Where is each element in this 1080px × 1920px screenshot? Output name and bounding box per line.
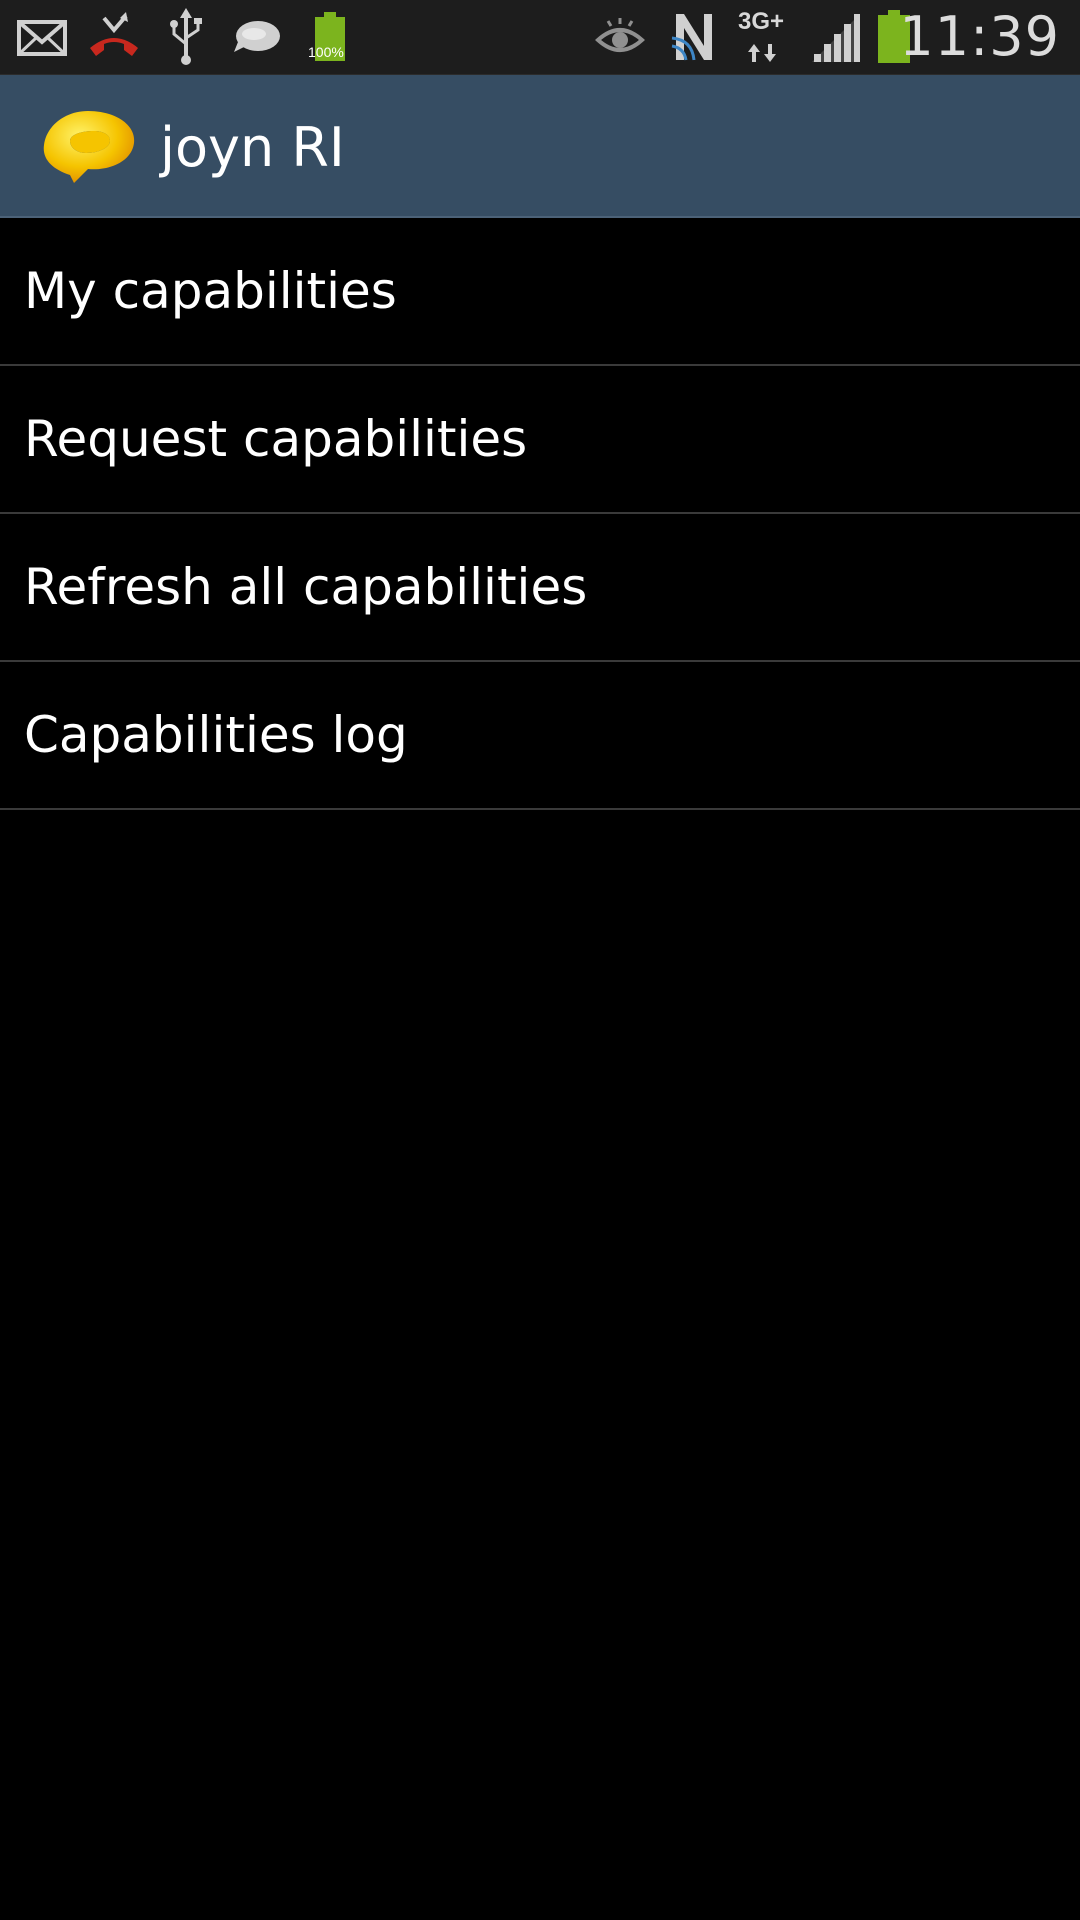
chat-bubble-icon	[234, 21, 280, 52]
signal-strength-icon	[812, 14, 860, 62]
usb-icon	[170, 8, 202, 65]
status-time: 11:39	[899, 5, 1060, 68]
menu-item-capabilities-log[interactable]: Capabilities log	[0, 662, 1080, 810]
menu-item-label: Request capabilities	[24, 410, 528, 468]
nfc-icon	[671, 14, 712, 61]
menu-item-refresh-all-capabilities[interactable]: Refresh all capabilities	[0, 514, 1080, 662]
battery-full-icon	[315, 12, 345, 61]
menu-item-label: Capabilities log	[24, 706, 408, 764]
menu-item-request-capabilities[interactable]: Request capabilities	[0, 366, 1080, 514]
action-bar: joyn RI	[0, 75, 1080, 218]
menu-item-label: Refresh all capabilities	[24, 558, 588, 616]
menu-list: My capabilities Request capabilities Ref…	[0, 218, 1080, 810]
menu-item-label: My capabilities	[24, 262, 397, 320]
mail-icon	[17, 20, 67, 56]
missed-call-icon	[90, 12, 138, 56]
network-type-label: 3G+	[738, 8, 785, 35]
status-bar: 100% 3G+ 11:39	[0, 0, 1080, 75]
battery-percent-label: 100%	[308, 44, 344, 60]
menu-item-my-capabilities[interactable]: My capabilities	[0, 218, 1080, 366]
eye-icon	[595, 18, 645, 52]
joyn-logo-icon[interactable]	[40, 105, 140, 185]
app-title: joyn RI	[160, 116, 345, 179]
